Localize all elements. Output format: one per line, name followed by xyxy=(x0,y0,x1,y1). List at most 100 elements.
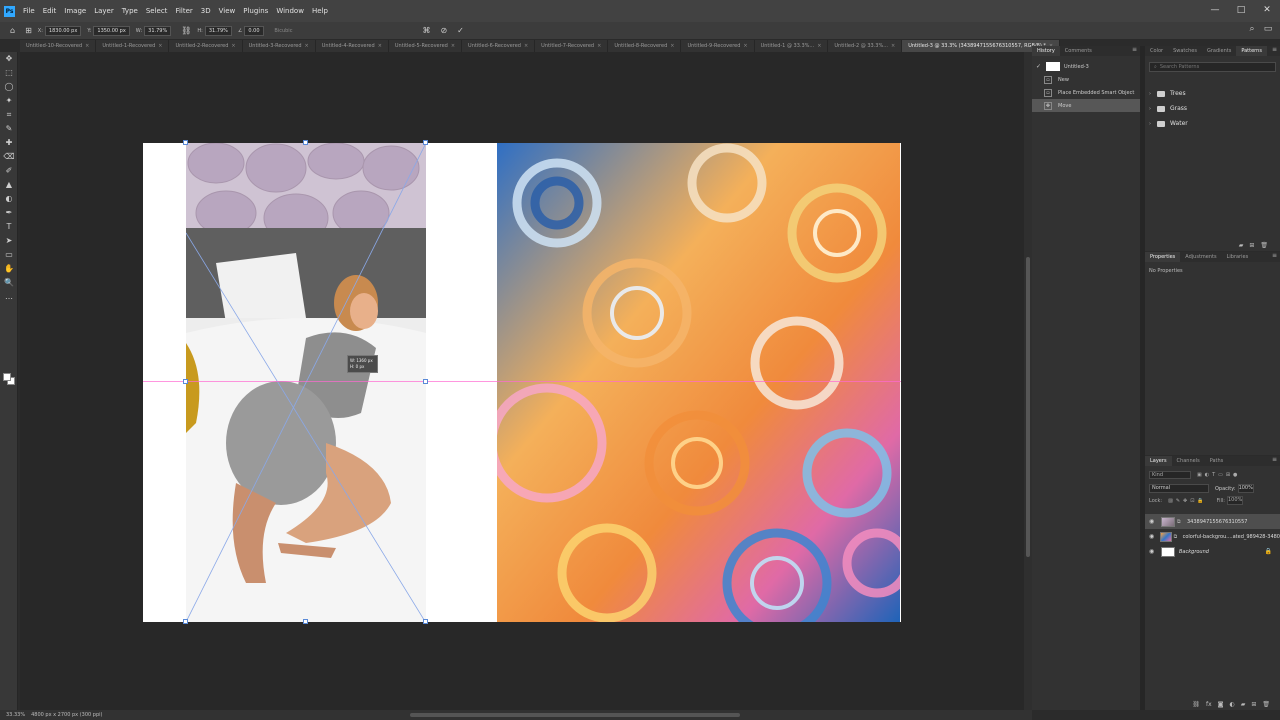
menu-3d[interactable]: 3D xyxy=(197,7,215,15)
marquee-tool-icon[interactable]: ⬚ xyxy=(0,66,18,80)
close-tab-icon[interactable]: × xyxy=(817,43,821,49)
history-item[interactable]: ▫ New xyxy=(1032,73,1140,86)
search-icon[interactable]: ⌕ xyxy=(1244,24,1260,34)
panel-menu-icon[interactable]: ≡ xyxy=(1272,46,1277,53)
blend-mode-select[interactable]: Normal xyxy=(1149,484,1209,493)
workspace-icon[interactable]: ▭ xyxy=(1260,24,1276,34)
close-tab-icon[interactable]: × xyxy=(451,43,455,49)
tab-color[interactable]: Color xyxy=(1145,46,1168,56)
width-field[interactable]: W: 31.79% xyxy=(136,25,172,36)
eraser-tool-icon[interactable]: ⌫ xyxy=(0,150,18,164)
layer-row-smart-object[interactable]: ◉ ⧉ 3438947155676310557 xyxy=(1145,514,1280,529)
transform-handle-bottom-right[interactable] xyxy=(423,619,428,624)
tab-channels[interactable]: Channels xyxy=(1172,456,1205,466)
doc-tab[interactable]: Untitled-6-Recovered × xyxy=(462,40,536,52)
height-input[interactable]: 31.79% xyxy=(204,25,232,36)
link-layers-icon[interactable]: ⛓ xyxy=(1192,701,1200,708)
dodge-tool-icon[interactable]: ◐ xyxy=(0,192,18,206)
y-position-field[interactable]: Y: 1350.00 px xyxy=(87,25,130,36)
doc-tab[interactable]: Untitled-8-Recovered × xyxy=(608,40,682,52)
layer-name[interactable]: colorful-backgrou....ated_989428-3480 xyxy=(1183,534,1280,540)
trash-icon[interactable]: 🗑 xyxy=(1260,242,1268,249)
layer-row-background[interactable]: ◉ Background 🔒 xyxy=(1145,544,1280,559)
scrollbar-thumb[interactable] xyxy=(1026,257,1030,557)
minimize-button[interactable]: — xyxy=(1202,0,1228,22)
close-tab-icon[interactable]: × xyxy=(743,43,747,49)
new-group-icon[interactable]: ▰ xyxy=(1239,242,1244,249)
lasso-tool-icon[interactable]: ◯ xyxy=(0,80,18,94)
document-info[interactable]: 4800 px x 2700 px (300 ppi) xyxy=(31,712,102,718)
menu-edit[interactable]: Edit xyxy=(39,7,61,15)
brush-tool-icon[interactable]: ✐ xyxy=(0,164,18,178)
type-tool-icon[interactable]: T xyxy=(0,220,18,234)
new-pattern-icon[interactable]: ⊞ xyxy=(1249,242,1254,249)
sharpen-tool-icon[interactable]: ▲ xyxy=(0,178,18,192)
angle-input[interactable]: 0.00 xyxy=(244,25,265,36)
doc-tab[interactable]: Untitled-1-Recovered × xyxy=(96,40,170,52)
doc-tab[interactable]: Untitled-7-Recovered × xyxy=(535,40,609,52)
close-button[interactable]: ✕ xyxy=(1254,0,1280,22)
pen-tool-icon[interactable]: ✒ xyxy=(0,206,18,220)
panel-menu-icon[interactable]: ≡ xyxy=(1132,46,1137,53)
menu-help[interactable]: Help xyxy=(308,7,332,15)
reference-point-icon[interactable]: ⊞ xyxy=(25,26,32,35)
tab-libraries[interactable]: Libraries xyxy=(1222,252,1254,262)
layer-row-clouds[interactable]: ◉ ⧉ colorful-backgrou....ated_989428-348… xyxy=(1145,529,1280,544)
tab-properties[interactable]: Properties xyxy=(1145,252,1181,262)
layer-name[interactable]: 3438947155676310557 xyxy=(1187,519,1247,525)
tab-patterns[interactable]: Patterns xyxy=(1236,46,1267,56)
panel-menu-icon[interactable]: ≡ xyxy=(1272,456,1277,463)
height-field[interactable]: H: 31.79% xyxy=(197,25,232,36)
transform-handle-bottom-left[interactable] xyxy=(183,619,188,624)
doc-tab[interactable]: Untitled-2 @ 33.3%... × xyxy=(828,40,903,52)
y-input[interactable]: 1350.00 px xyxy=(93,25,130,36)
tab-layers[interactable]: Layers xyxy=(1145,456,1172,466)
tab-adjustments[interactable]: Adjustments xyxy=(1180,252,1221,262)
crop-tool-icon[interactable]: ⌗ xyxy=(0,108,18,122)
tab-swatches[interactable]: Swatches xyxy=(1168,46,1202,56)
adjustment-icon[interactable]: ◐ xyxy=(1229,701,1234,708)
fill-input[interactable]: 100% xyxy=(1227,496,1243,505)
chevron-right-icon[interactable]: › xyxy=(1149,91,1157,97)
placed-photo-layer[interactable] xyxy=(186,143,426,622)
eye-icon[interactable]: ◉ xyxy=(1149,518,1157,525)
transform-handle-top-right[interactable] xyxy=(423,140,428,145)
trash-icon[interactable]: 🗑 xyxy=(1262,701,1270,708)
menu-file[interactable]: File xyxy=(19,7,39,15)
chevron-right-icon[interactable]: › xyxy=(1149,121,1157,127)
doc-tab[interactable]: Untitled-5-Recovered × xyxy=(389,40,463,52)
move-tool-icon[interactable]: ✥ xyxy=(0,52,18,66)
opacity-input[interactable]: 100% xyxy=(1237,484,1254,493)
menu-view[interactable]: View xyxy=(215,7,240,15)
close-tab-icon[interactable]: × xyxy=(231,43,235,49)
menu-select[interactable]: Select xyxy=(142,7,172,15)
rectangle-tool-icon[interactable]: ▭ xyxy=(0,248,18,262)
layer-name[interactable]: Background xyxy=(1179,549,1209,555)
close-tab-icon[interactable]: × xyxy=(305,43,309,49)
x-position-field[interactable]: X: 1830.00 px xyxy=(38,25,82,36)
doc-tab[interactable]: Untitled-4-Recovered × xyxy=(316,40,389,52)
eye-icon[interactable]: ◉ xyxy=(1149,548,1157,555)
panel-menu-icon[interactable]: ≡ xyxy=(1272,252,1277,259)
tab-history[interactable]: History xyxy=(1032,46,1060,56)
close-tab-icon[interactable]: × xyxy=(85,43,89,49)
history-snapshot[interactable]: ✓ Untitled-3 xyxy=(1032,60,1140,73)
close-tab-icon[interactable]: × xyxy=(670,43,674,49)
tab-paths[interactable]: Paths xyxy=(1205,456,1229,466)
menu-plugins[interactable]: Plugins xyxy=(239,7,272,15)
eye-icon[interactable]: ◉ xyxy=(1149,533,1156,540)
menu-window[interactable]: Window xyxy=(272,7,308,15)
tab-gradients[interactable]: Gradients xyxy=(1202,46,1236,56)
history-item[interactable]: ▫ Place Embedded Smart Object xyxy=(1032,86,1140,99)
zoom-tool-icon[interactable]: 🔍 xyxy=(0,276,18,290)
hand-tool-icon[interactable]: ✋ xyxy=(0,262,18,276)
commit-transform-icon[interactable]: ✓ xyxy=(457,26,464,35)
magic-wand-tool-icon[interactable]: ✦ xyxy=(0,94,18,108)
healing-tool-icon[interactable]: ✚ xyxy=(0,136,18,150)
close-tab-icon[interactable]: × xyxy=(158,43,162,49)
chevron-right-icon[interactable]: › xyxy=(1149,106,1157,112)
pattern-search-input[interactable]: ⌕ Search Patterns xyxy=(1149,62,1276,72)
close-tab-icon[interactable]: × xyxy=(597,43,601,49)
vertical-scrollbar[interactable] xyxy=(1024,52,1032,710)
clouds-background-layer[interactable] xyxy=(497,143,900,622)
